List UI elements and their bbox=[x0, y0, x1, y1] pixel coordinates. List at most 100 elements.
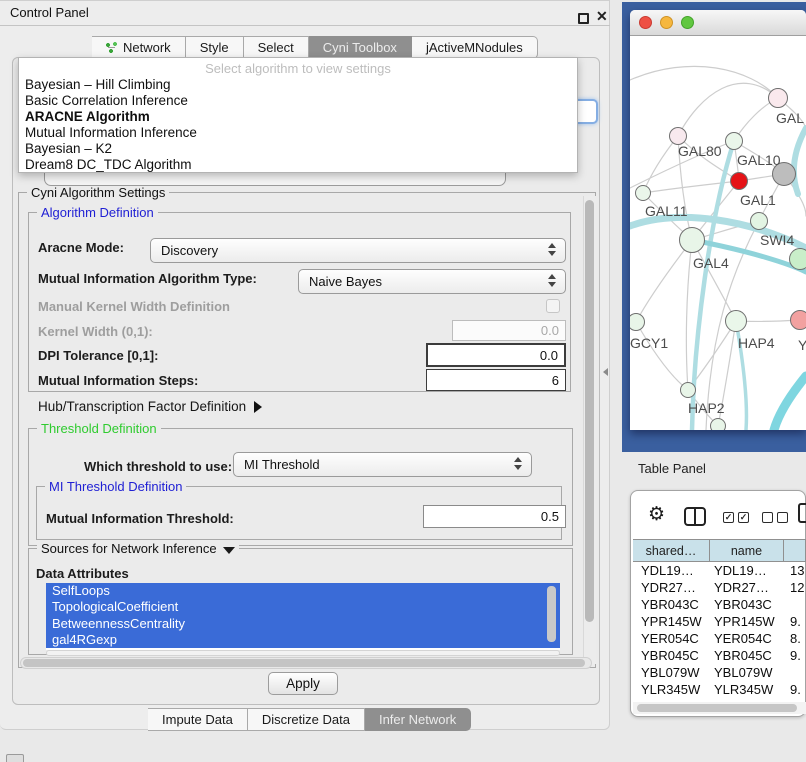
network-node[interactable] bbox=[710, 418, 726, 430]
column-header[interactable]: name bbox=[710, 540, 784, 561]
menu-item[interactable]: Dream8 DC_TDC Algorithm bbox=[19, 157, 577, 173]
attributes-scrollbar[interactable] bbox=[547, 586, 556, 642]
table-row[interactable]: YLR345W YLR345W 9. bbox=[633, 681, 806, 698]
attribute-item[interactable]: SelfLoops bbox=[46, 583, 560, 599]
gear-icon[interactable]: ⚙ bbox=[648, 503, 665, 525]
menu-item[interactable]: Bayesian – K2 bbox=[19, 141, 577, 157]
deselect-all-icon[interactable] bbox=[762, 512, 788, 523]
table-rows: YDL19… YDL19… 13 YDR27… YDR27… 12 YBR043… bbox=[633, 562, 806, 702]
table-row[interactable]: YPR145W YPR145W 9. bbox=[633, 613, 806, 630]
apply-button[interactable]: Apply bbox=[268, 672, 338, 695]
node-label: GCY1 bbox=[630, 335, 668, 351]
attribute-item[interactable]: BetweennessCentrality bbox=[46, 616, 560, 632]
combo-stepper-icon bbox=[548, 243, 556, 256]
settings-vscroll-thumb[interactable] bbox=[585, 200, 594, 622]
cyni-settings-title: Cyni Algorithm Settings bbox=[27, 185, 169, 200]
table-row[interactable]: YDR27… YDR27… 12 bbox=[633, 579, 806, 596]
network-view-window: GALGAL80GAL10GAL1GAL11SWI4GAL4GCY1HAP4YH… bbox=[630, 10, 806, 430]
control-panel-title: Control Panel bbox=[10, 5, 89, 20]
zoom-light[interactable] bbox=[681, 16, 694, 29]
mi-steps-label: Mutual Information Steps: bbox=[38, 373, 198, 388]
tab-network[interactable]: Network bbox=[92, 36, 186, 59]
column-header[interactable] bbox=[784, 540, 806, 561]
minimize-light[interactable] bbox=[660, 16, 673, 29]
select-all-icon[interactable]: ✓ ✓ bbox=[723, 512, 749, 523]
tab-style[interactable]: Style bbox=[186, 36, 244, 59]
collapse-arrow-icon bbox=[223, 547, 235, 554]
manual-kernel-checkbox[interactable] bbox=[546, 299, 560, 313]
tab-impute-data[interactable]: Impute Data bbox=[148, 708, 248, 731]
screen: Control Panel ✕ NetworkStyleSelectCyni T… bbox=[0, 0, 806, 762]
partial-file-icon[interactable] bbox=[798, 503, 806, 523]
network-node[interactable] bbox=[789, 248, 806, 270]
aracne-mode-select[interactable]: Discovery bbox=[150, 238, 566, 263]
network-window-titlebar[interactable] bbox=[630, 10, 806, 36]
node-label: GAL80 bbox=[678, 143, 722, 159]
attributes-hscrollbar[interactable] bbox=[46, 650, 560, 656]
tab-jactivemnodules[interactable]: jActiveMNodules bbox=[412, 36, 538, 59]
network-node[interactable] bbox=[725, 310, 747, 332]
table-panel-title: Table Panel bbox=[638, 461, 706, 476]
node-label: Y bbox=[798, 337, 806, 353]
algorithm-definition-title: Algorithm Definition bbox=[37, 205, 158, 220]
network-canvas[interactable]: GALGAL80GAL10GAL1GAL11SWI4GAL4GCY1HAP4YH… bbox=[630, 36, 806, 430]
close-panel-icon[interactable]: ✕ bbox=[596, 8, 608, 25]
menu-item[interactable]: Mutual Information Inference bbox=[19, 125, 577, 141]
tab-cyni-toolbox[interactable]: Cyni Toolbox bbox=[309, 36, 412, 59]
mi-threshold-definition-title: MI Threshold Definition bbox=[45, 479, 186, 494]
kernel-width-field[interactable]: 0.0 bbox=[452, 320, 566, 341]
data-attributes-list: SelfLoopsTopologicalCoefficientBetweenne… bbox=[46, 583, 560, 650]
splitter-arrow-icon[interactable] bbox=[603, 368, 608, 376]
dpi-tolerance-field[interactable]: 0.0 bbox=[426, 343, 566, 367]
network-node[interactable] bbox=[680, 382, 696, 398]
tab-infer-network[interactable]: Infer Network bbox=[365, 708, 471, 731]
menu-item[interactable]: Bayesian – Hill Climbing bbox=[19, 77, 577, 93]
tab-select[interactable]: Select bbox=[244, 36, 309, 59]
network-node[interactable] bbox=[730, 172, 748, 190]
node-label: GAL11 bbox=[645, 203, 688, 219]
menu-item[interactable]: Basic Correlation Inference bbox=[19, 93, 577, 109]
mi-threshold-field[interactable]: 0.5 bbox=[423, 505, 566, 528]
tab-discretize-data[interactable]: Discretize Data bbox=[248, 708, 365, 731]
close-light[interactable] bbox=[639, 16, 652, 29]
network-node[interactable] bbox=[768, 88, 788, 108]
attribute-item[interactable]: TopologicalCoefficient bbox=[46, 599, 560, 615]
mi-threshold-label: Mutual Information Threshold: bbox=[46, 511, 234, 526]
column-header[interactable]: shared… bbox=[633, 540, 710, 561]
table-row[interactable]: YDL19… YDL19… 13 bbox=[633, 562, 806, 579]
mi-type-select[interactable]: Naive Bayes bbox=[298, 269, 566, 294]
mi-steps-field[interactable]: 6 bbox=[426, 369, 566, 391]
float-window-icon[interactable] bbox=[578, 13, 589, 24]
network-node[interactable] bbox=[750, 212, 768, 230]
hub-definition-toggle[interactable]: Hub/Transcription Factor Definition bbox=[38, 399, 262, 414]
network-node[interactable] bbox=[679, 227, 705, 253]
control-panel-titlebar: Control Panel bbox=[0, 0, 610, 26]
columns-icon[interactable] bbox=[684, 507, 706, 526]
which-threshold-select[interactable]: MI Threshold bbox=[233, 452, 532, 477]
expand-arrow-icon bbox=[254, 401, 262, 413]
manual-kernel-label: Manual Kernel Width Definition bbox=[38, 299, 230, 314]
mi-type-label: Mutual Information Algorithm Type: bbox=[38, 271, 257, 286]
settings-hscroll-thumb[interactable] bbox=[23, 659, 585, 667]
node-label: GAL4 bbox=[693, 255, 729, 271]
bottom-tabstrip: Impute DataDiscretize DataInfer Network bbox=[148, 708, 471, 731]
kernel-width-label: Kernel Width (0,1): bbox=[38, 324, 153, 339]
table-row[interactable]: YBL079W YBL079W bbox=[633, 664, 806, 681]
network-node[interactable] bbox=[790, 310, 806, 330]
dpi-tolerance-label: DPI Tolerance [0,1]: bbox=[38, 348, 158, 363]
network-node[interactable] bbox=[725, 132, 743, 150]
sources-title[interactable]: Sources for Network Inference bbox=[37, 541, 239, 556]
table-hscroll-thumb[interactable] bbox=[637, 704, 797, 712]
minimized-panel-chip[interactable] bbox=[6, 754, 24, 762]
network-node[interactable] bbox=[635, 185, 651, 201]
table-row[interactable]: YER054C YER054C 8. bbox=[633, 630, 806, 647]
attribute-item[interactable]: gal4RGexp bbox=[46, 632, 560, 648]
which-threshold-label: Which threshold to use: bbox=[84, 459, 232, 474]
menu-item[interactable]: ARACNE Algorithm bbox=[19, 109, 577, 125]
combo-stepper-icon bbox=[514, 457, 522, 470]
table-row[interactable]: YBR045C YBR045C 9. bbox=[633, 647, 806, 664]
node-label: GAL bbox=[776, 110, 804, 126]
algorithm-menu-popup: Select algorithm to view settings Bayesi… bbox=[18, 57, 578, 173]
table-row[interactable]: YBR043C YBR043C bbox=[633, 596, 806, 613]
node-label: SWI4 bbox=[760, 232, 794, 248]
